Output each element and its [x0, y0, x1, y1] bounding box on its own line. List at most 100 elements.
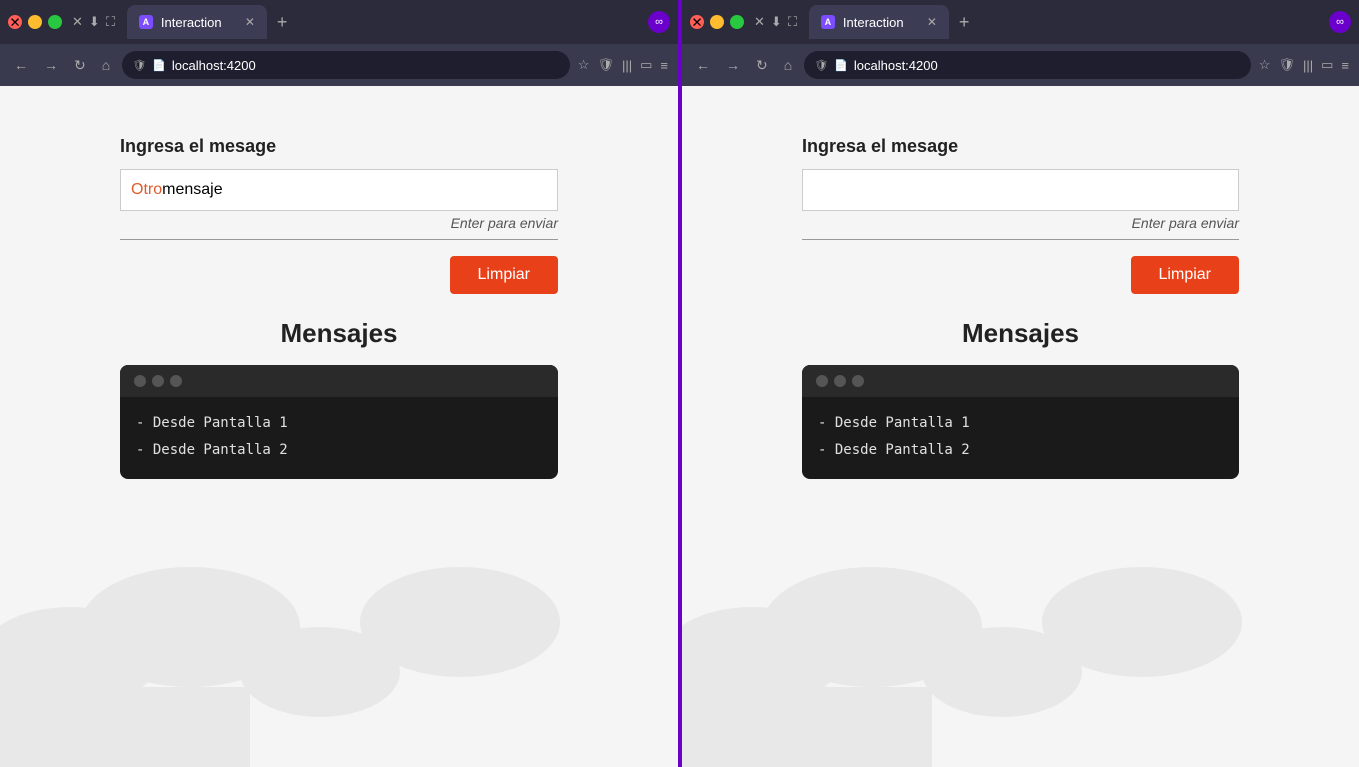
url-field-left[interactable]: 🛡 📄 localhost:4200	[122, 51, 570, 79]
message-2-left: - Desde Pantalla 2	[136, 438, 542, 463]
fullscreen-icon[interactable]: ⛶	[106, 14, 115, 30]
tab-title-left: Interaction	[161, 15, 222, 30]
library-icon-right[interactable]: |||	[1303, 58, 1313, 73]
security-icon-left: 🛡	[132, 59, 146, 72]
url-text-right: localhost:4200	[854, 58, 938, 73]
terminal-right: - Desde Pantalla 1- Desde Pantalla 2	[802, 365, 1239, 479]
cloud4-left	[360, 567, 560, 677]
title-bar-right: ✕ ✕ ⬇ ⛶ A Interaction ✕ +	[682, 0, 1359, 44]
message-input-right[interactable]	[802, 169, 1239, 211]
library-icon-left[interactable]: |||	[622, 58, 632, 73]
minimize-btn-left[interactable]	[28, 15, 42, 29]
maximize-btn-left[interactable]	[48, 15, 62, 29]
back-btn-right[interactable]: ←	[692, 55, 714, 75]
clear-btn-left[interactable]: Limpiar	[450, 256, 558, 294]
terminal-header-left	[120, 365, 558, 397]
browser-right: ✕ ✕ ⬇ ⛶ A Interaction ✕ + ← → ↻ ⌂ 🛡 📄	[682, 0, 1359, 767]
window-controls-left: ✕	[8, 15, 62, 29]
title-right-icons-right	[1329, 11, 1351, 33]
page-content-left: Ingresa el mesage Otro mensaje Enter par…	[0, 86, 678, 767]
active-tab-right[interactable]: A Interaction ✕	[809, 5, 949, 39]
input-colored-text-left: Otro	[131, 181, 162, 199]
address-bar-right: ← → ↻ ⌂ 🛡 📄 localhost:4200 ☆ 🛡 ||| ▭ ≡	[682, 44, 1359, 86]
cloud-base1-right	[682, 687, 932, 767]
terminal-left: - Desde Pantalla 1- Desde Pantalla 2	[120, 365, 558, 479]
lock-icon-left: 📄	[152, 59, 166, 72]
terminal-body-left: - Desde Pantalla 1- Desde Pantalla 2	[120, 397, 558, 479]
cloud-base1-left	[0, 687, 250, 767]
close-btn-left[interactable]: ✕	[8, 15, 22, 29]
shield-icon-left[interactable]: 🛡	[597, 57, 614, 73]
tab-bar-right: A Interaction ✕ +	[809, 5, 1323, 39]
new-tab-btn-right[interactable]: +	[953, 10, 976, 35]
url-text-left: localhost:4200	[172, 58, 256, 73]
terminal-header-right	[802, 365, 1239, 397]
close-window-icon[interactable]: ✕	[72, 14, 83, 30]
home-btn-left[interactable]: ⌂	[98, 55, 114, 75]
cloud-bg-left	[0, 547, 678, 767]
tab-favicon-right: A	[821, 15, 835, 29]
cloud-bg-right	[682, 547, 1359, 767]
enter-hint-right: Enter para enviar	[802, 215, 1239, 231]
mensajes-title-right: Mensajes	[802, 318, 1239, 349]
reload-btn-right[interactable]: ↻	[752, 55, 772, 76]
title-right-icons-left	[648, 11, 670, 33]
term-dot1-left	[134, 375, 146, 387]
tab-title-right: Interaction	[843, 15, 904, 30]
back-btn-left[interactable]: ←	[10, 55, 32, 75]
home-btn-right[interactable]: ⌂	[780, 55, 796, 75]
title-bar-left: ✕ ✕ ⬇ ⛶ A Interaction ✕ +	[0, 0, 678, 44]
cloud4-right	[1042, 567, 1242, 677]
browser-left: ✕ ✕ ⬇ ⛶ A Interaction ✕ + ← → ↻ ⌂ 🛡 📄	[0, 0, 678, 767]
menu-icon-left[interactable]: ≡	[660, 58, 668, 73]
maximize-btn-right[interactable]	[730, 15, 744, 29]
bookmark-icon-left[interactable]: ☆	[578, 57, 590, 73]
address-bar-left: ← → ↻ ⌂ 🛡 📄 localhost:4200 ☆ 🛡 ||| ▭ ≡	[0, 44, 678, 86]
new-tab-btn-left[interactable]: +	[271, 10, 294, 35]
form-label-right: Ingresa el mesage	[802, 136, 1239, 157]
download-icon-right[interactable]: ⬇	[771, 14, 782, 30]
forward-btn-right[interactable]: →	[722, 55, 744, 75]
menu-icon-right[interactable]: ≡	[1341, 58, 1349, 73]
sidebar-icon-right[interactable]: ▭	[1321, 57, 1333, 73]
term-dot1-right	[816, 375, 828, 387]
terminal-body-right: - Desde Pantalla 1- Desde Pantalla 2	[802, 397, 1239, 479]
shield-icon-right[interactable]: 🛡	[1278, 57, 1295, 73]
address-right-left: ☆ 🛡 ||| ▭ ≡	[578, 57, 668, 73]
message-2-right: - Desde Pantalla 2	[818, 438, 1223, 463]
url-field-right[interactable]: 🛡 📄 localhost:4200	[804, 51, 1251, 79]
tab-close-left[interactable]: ✕	[245, 15, 255, 29]
term-dot2-right	[834, 375, 846, 387]
lock-icon-right: 📄	[834, 59, 848, 72]
active-tab-left[interactable]: A Interaction ✕	[127, 5, 267, 39]
nav-icons-left: ✕ ⬇ ⛶	[72, 14, 115, 30]
fullscreen-icon-right[interactable]: ⛶	[788, 14, 797, 30]
term-dot3-right	[852, 375, 864, 387]
enter-hint-left: Enter para enviar	[120, 215, 558, 231]
privacy-icon-left[interactable]	[648, 11, 670, 33]
forward-btn-left[interactable]: →	[40, 55, 62, 75]
reload-btn-left[interactable]: ↻	[70, 55, 90, 76]
bookmark-icon-right[interactable]: ☆	[1259, 57, 1271, 73]
close-window-icon-right[interactable]: ✕	[754, 14, 765, 30]
clear-btn-row-left: Limpiar	[120, 256, 558, 294]
close-btn-right[interactable]: ✕	[690, 15, 704, 29]
message-1-left: - Desde Pantalla 1	[136, 411, 542, 436]
sidebar-icon-left[interactable]: ▭	[640, 57, 652, 73]
window-controls-right: ✕	[690, 15, 744, 29]
minimize-btn-right[interactable]	[710, 15, 724, 29]
clear-btn-right[interactable]: Limpiar	[1131, 256, 1239, 294]
divider-left	[120, 239, 558, 240]
page-content-right: Ingresa el mesage Enter para enviar Limp…	[682, 86, 1359, 767]
privacy-icon-right[interactable]	[1329, 11, 1351, 33]
download-icon[interactable]: ⬇	[89, 14, 100, 30]
tab-close-right[interactable]: ✕	[927, 15, 937, 29]
form-label-left: Ingresa el mesage	[120, 136, 558, 157]
term-dot3-left	[170, 375, 182, 387]
message-input-left[interactable]: Otro mensaje	[120, 169, 558, 211]
tab-favicon-left: A	[139, 15, 153, 29]
nav-icons-right: ✕ ⬇ ⛶	[754, 14, 797, 30]
tab-bar-left: A Interaction ✕ +	[127, 5, 642, 39]
address-right-right: ☆ 🛡 ||| ▭ ≡	[1259, 57, 1349, 73]
mensajes-title-left: Mensajes	[120, 318, 558, 349]
